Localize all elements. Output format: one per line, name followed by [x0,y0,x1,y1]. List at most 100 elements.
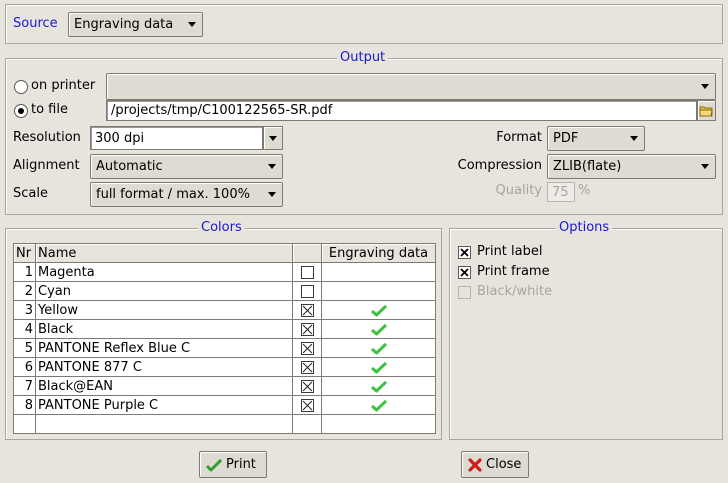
table-row[interactable]: 6 PANTONE 877 C [13,357,436,377]
source-dropdown[interactable]: Engraving data [68,12,203,37]
row-nr: 8 [13,395,36,415]
row-empty-cell [321,414,436,434]
print-button[interactable]: Print [199,451,267,478]
print-button-label: Print [226,457,256,472]
source-value: Engraving data [74,17,174,32]
resolution-label: Resolution [13,130,81,145]
close-button-label: Close [486,457,522,472]
checkmark-icon [370,304,387,316]
source-label: Source [13,16,58,31]
row-checkbox[interactable] [300,322,314,336]
alignment-dropdown[interactable]: Automatic [90,154,283,179]
row-name: Magenta [35,262,293,282]
checkmark-icon [370,342,387,354]
chevron-down-icon [268,164,276,169]
printer-dropdown[interactable] [106,73,716,100]
row-checkbox[interactable] [300,341,314,355]
row-engraving-cell [321,338,436,358]
compression-dropdown[interactable]: ZLIB(flate) [547,154,716,179]
black-white-checkbox[interactable] [458,286,471,299]
table-row[interactable]: 4 Black [13,319,436,339]
table-row[interactable]: 2 Cyan [13,281,436,301]
browse-folder-button[interactable] [697,100,716,121]
checkbox-x-icon [460,248,469,257]
chevron-down-icon [269,135,277,141]
header-engraving[interactable]: Engraving data [321,243,436,263]
row-check-cell [292,357,322,377]
row-checkbox[interactable] [300,379,314,393]
on-printer-label: on printer [31,78,96,93]
table-header-row: Nr Name Engraving data [13,243,436,263]
row-check-cell [292,281,322,301]
checkbox-x-icon [302,381,312,391]
print-frame-label: Print frame [477,264,550,279]
format-value: PDF [553,131,579,146]
row-nr: 1 [13,262,36,282]
format-dropdown[interactable]: PDF [547,126,645,151]
table-row[interactable]: 8 PANTONE Purple C [13,395,436,415]
table-row[interactable]: 1 Magenta [13,262,436,282]
row-engraving-cell [321,357,436,377]
black-white-label: Black/white [477,284,553,299]
checkbox-x-icon [302,400,312,410]
output-title: Output [337,51,389,65]
chevron-down-icon [188,22,196,27]
row-engraving-cell [321,281,436,301]
row-name: Yellow [35,300,293,320]
chevron-down-icon [701,84,709,89]
row-check-cell [292,338,322,358]
resolution-dropdown-button[interactable] [263,126,283,150]
alignment-label: Alignment [13,158,80,173]
row-engraving-cell [321,319,436,339]
row-name: PANTONE 877 C [35,357,293,377]
folder-icon [699,106,713,116]
resolution-combo[interactable]: 300 dpi [90,126,263,150]
checkmark-icon [206,458,222,471]
print-frame-checkbox[interactable] [458,266,471,279]
table-row[interactable]: 3 Yellow [13,300,436,320]
compression-label: Compression [457,158,542,173]
row-nr: 6 [13,357,36,377]
row-name: PANTONE Reflex Blue C [35,338,293,358]
file-path-input[interactable]: /projects/tmp/C100122565-SR.pdf [106,100,697,121]
row-checkbox[interactable] [300,398,314,412]
quality-input[interactable]: 75 [547,182,575,202]
options-title: Options [556,221,613,235]
row-engraving-cell [321,300,436,320]
header-nr[interactable]: Nr [13,243,36,263]
row-check-cell [292,395,322,415]
colors-table: Nr Name Engraving data 1 Magenta 2 Cyan 3 Yel… [13,243,436,434]
scale-dropdown[interactable]: full format / max. 100% [90,182,283,207]
row-check-cell [292,319,322,339]
alignment-value: Automatic [96,159,163,174]
close-button[interactable]: Close [461,451,529,478]
to-file-radio[interactable] [14,104,28,118]
row-checkbox[interactable] [300,265,314,279]
checkbox-x-icon [460,268,469,277]
row-nr: 7 [13,376,36,396]
format-label: Format [496,130,542,145]
header-check[interactable] [292,243,322,263]
file-path-value: /projects/tmp/C100122565-SR.pdf [111,103,333,118]
checkmark-icon [370,399,387,411]
scale-value: full format / max. 100% [96,187,250,202]
row-checkbox[interactable] [300,303,314,317]
row-empty-cell [292,414,322,434]
on-printer-radio[interactable] [14,80,28,94]
row-nr: 5 [13,338,36,358]
header-name[interactable]: Name [35,243,293,263]
row-check-cell [292,262,322,282]
row-name: PANTONE Purple C [35,395,293,415]
table-row[interactable]: 7 Black@EAN [13,376,436,396]
row-checkbox[interactable] [300,284,314,298]
row-checkbox[interactable] [300,360,314,374]
row-check-cell [292,300,322,320]
row-engraving-cell [321,376,436,396]
print-label-checkbox[interactable] [458,246,471,259]
row-name: Black [35,319,293,339]
checkmark-icon [370,323,387,335]
chevron-down-icon [268,192,276,197]
resolution-value: 300 dpi [95,130,145,146]
row-engraving-cell [321,262,436,282]
table-row[interactable]: 5 PANTONE Reflex Blue C [13,338,436,358]
